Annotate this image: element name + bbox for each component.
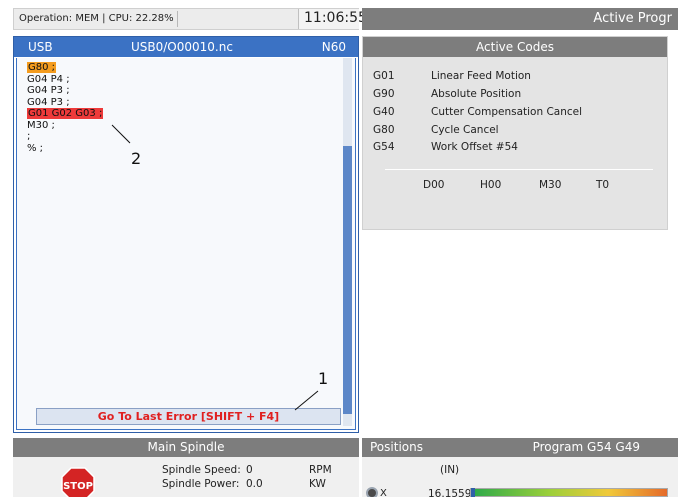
code-lines: G80 ; G04 P4 ; G04 P3 ; G04 P3 ; G01 G02…	[27, 62, 337, 154]
scrollbar-thumb[interactable]	[343, 146, 352, 414]
active-code: G54	[373, 141, 395, 153]
status-divider	[177, 11, 178, 27]
callout-number-2: 2	[131, 149, 142, 168]
code-line-text: G80 ;	[27, 62, 57, 73]
code-line-text: G04 P3 ;	[27, 96, 70, 108]
code-line[interactable]: G04 P4 ;	[27, 74, 337, 86]
program-device: USB	[28, 40, 53, 54]
positions-title: Positions	[370, 440, 423, 454]
spindle-speed-unit: RPM	[309, 464, 332, 476]
positions-units: (IN)	[440, 464, 460, 476]
active-code-description: Cycle Cancel	[431, 124, 499, 136]
stop-icon-label: STOP	[63, 481, 93, 492]
spindle-power-unit: KW	[309, 478, 326, 490]
m-code: M30	[539, 179, 562, 191]
clock: 11:06:55	[298, 9, 367, 29]
clock-text: 11:06:55	[304, 10, 367, 26]
axis-label: X	[380, 488, 387, 497]
program-editor[interactable]: G80 ; G04 P4 ; G04 P3 ; G04 P3 ; G01 G02…	[16, 58, 356, 430]
program-pane: USB USB0/O00010.nc N60 G80 ; G04 P4 ; G0…	[13, 36, 359, 433]
axis-load-marker	[471, 488, 475, 497]
code-line-text: G04 P3 ;	[27, 85, 70, 96]
active-codes-header: Active Codes	[363, 37, 667, 57]
code-line[interactable]: G04 P3 ;	[27, 85, 337, 97]
code-line[interactable]: % ;	[27, 143, 337, 155]
positions-pane: Positions Program G54 G49 (IN) X 16.1559	[362, 438, 678, 497]
axis-indicator-icon	[366, 487, 378, 497]
active-program-title: Active Progr	[593, 11, 672, 26]
code-line-text: G04 P4 ;	[27, 73, 70, 85]
active-code-description: Work Offset #54	[431, 141, 518, 153]
code-line[interactable]: G04 P3 ;	[27, 97, 337, 109]
active-program-tab[interactable]: Active Progr	[362, 8, 678, 30]
axis-position-value: 16.1559	[428, 488, 472, 497]
tool-number: T0	[596, 179, 610, 191]
spindle-speed-value: 0	[246, 464, 253, 476]
active-code: G01	[373, 70, 395, 82]
active-code: G80	[373, 124, 395, 136]
axis-load-bar	[470, 488, 668, 497]
code-line[interactable]: G80 ;	[27, 62, 337, 74]
active-code-description: Absolute Position	[431, 88, 522, 100]
status-bar: Operation: MEM | CPU: 22.28% 11:06:55	[13, 8, 367, 30]
callout-number-1: 1	[318, 369, 329, 388]
active-code: G90	[373, 88, 395, 100]
active-codes-pane: Active Codes G01 Linear Feed Motion G90 …	[362, 36, 668, 230]
active-code-description: Linear Feed Motion	[431, 70, 531, 82]
active-code-description: Cutter Compensation Cancel	[431, 106, 583, 118]
tool-h-code: H00	[480, 179, 502, 191]
code-line-text: ;	[27, 131, 31, 142]
main-spindle-header: Main Spindle	[13, 438, 359, 457]
code-line-text: M30 ;	[27, 119, 55, 131]
main-spindle-pane: Main Spindle STOP Spindle Speed: 0 RPM S…	[13, 438, 359, 497]
code-line-text: % ;	[27, 142, 44, 154]
empty-panel-area	[362, 232, 678, 433]
program-block-number: N60	[321, 40, 346, 54]
code-line-error[interactable]: G01 G02 G03 ;	[27, 108, 337, 120]
spindle-speed-label: Spindle Speed:	[162, 464, 241, 476]
operation-status-text: Operation: MEM | CPU: 22.28%	[19, 13, 174, 24]
tool-d-code: D00	[423, 179, 445, 191]
active-code: G40	[373, 106, 395, 118]
code-line[interactable]: M30 ;	[27, 120, 337, 132]
positions-program-mode: Program G54 G49	[532, 440, 640, 454]
active-codes-divider	[385, 169, 653, 170]
go-to-last-error-button[interactable]: Go To Last Error [SHIFT + F4]	[36, 408, 341, 425]
program-scrollbar[interactable]	[343, 58, 352, 426]
program-header: USB USB0/O00010.nc N60	[14, 37, 358, 57]
spindle-power-label: Spindle Power:	[162, 478, 240, 490]
code-line[interactable]: ;	[27, 131, 337, 143]
stop-icon: STOP	[61, 467, 95, 497]
positions-header: Positions Program G54 G49	[362, 438, 678, 457]
code-line-text: G01 G02 G03 ;	[27, 108, 104, 119]
spindle-power-value: 0.0	[246, 478, 263, 490]
program-filename: USB0/O00010.nc	[131, 40, 233, 54]
